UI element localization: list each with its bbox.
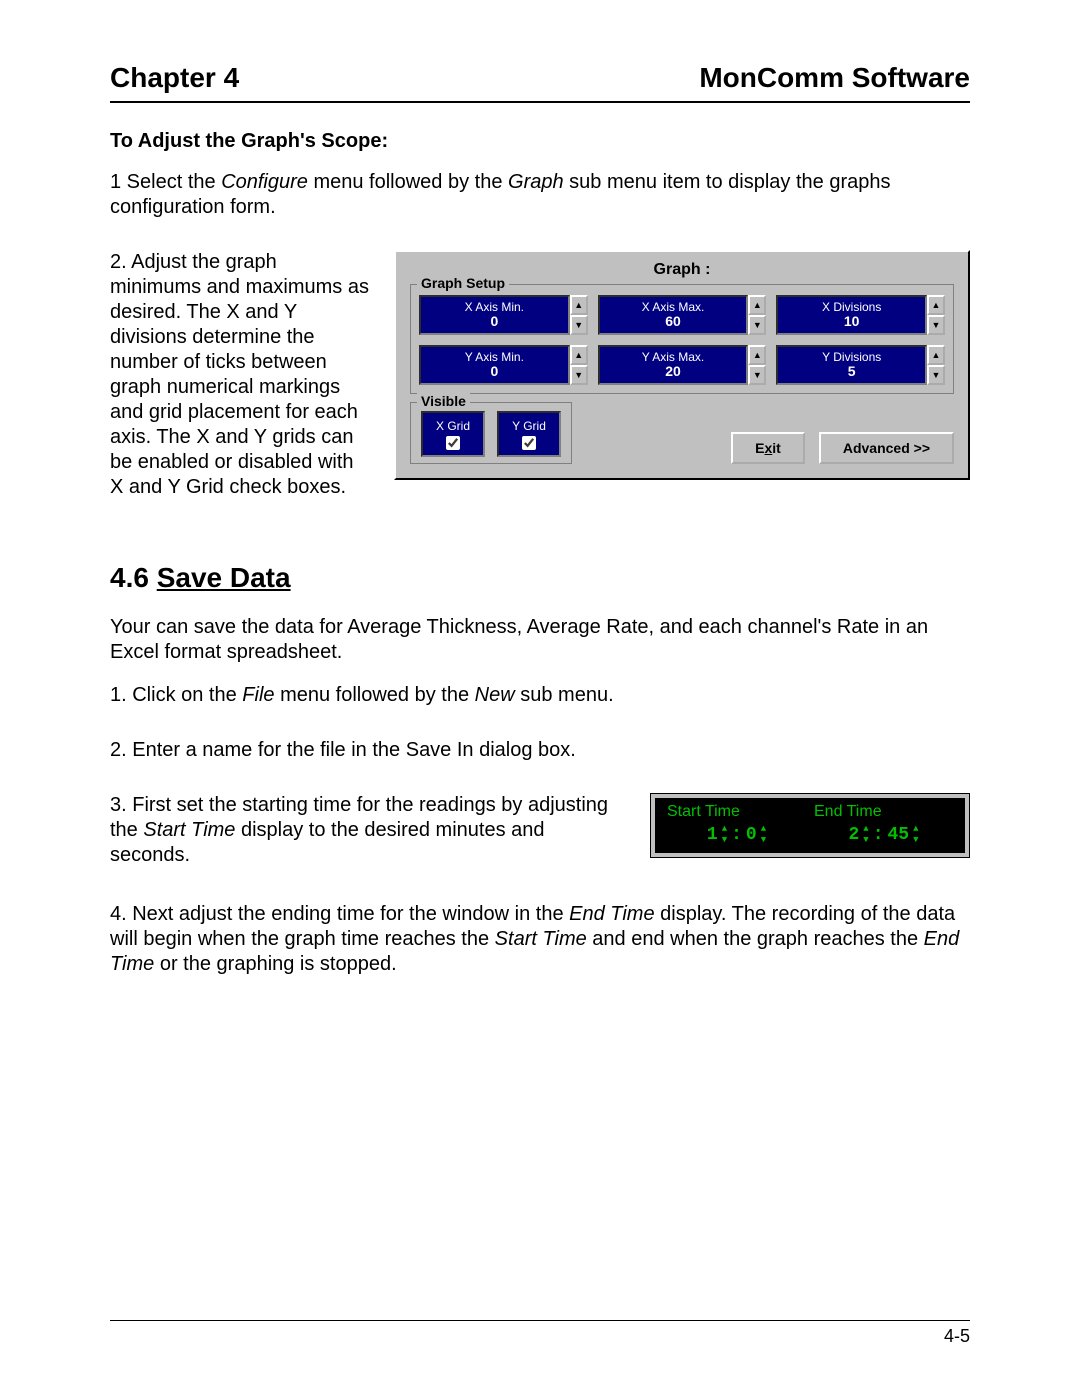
visible-group: Visible X Grid Y Grid [410,402,572,464]
x-axis-max-label: X Axis Max. [642,301,705,314]
start-sec-spinner[interactable]: ▲▼ [761,825,766,845]
step-2: 2. Adjust the graph minimums and maximum… [110,250,370,500]
step-1: 1 Select the Configure menu followed by … [110,170,970,220]
page-footer: 4-5 [110,1320,970,1348]
start-min-value: 1 [707,824,718,847]
end-min-spinner[interactable]: ▲▼ [863,825,868,845]
y-divisions-down[interactable]: ▼ [927,365,945,385]
section-step-4: 4. Next adjust the ending time for the w… [110,902,970,977]
y-axis-min-label: Y Axis Min. [465,351,524,364]
section-step-2: 2. Enter a name for the file in the Save… [110,738,970,763]
end-sec-spinner[interactable]: ▲▼ [913,825,918,845]
end-time-label: End Time [810,802,882,822]
graph-config-panel: Graph : Graph Setup X Axis Min. 0 ▲ ▼ [394,250,970,480]
x-axis-max-field: X Axis Max. 60 ▲ ▼ [598,295,767,335]
section-step-3: 3. First set the starting time for the r… [110,793,620,868]
x-axis-min-up[interactable]: ▲ [570,295,588,315]
section-intro: Your can save the data for Average Thick… [110,615,970,665]
y-axis-max-down[interactable]: ▼ [748,365,766,385]
x-grid-input[interactable] [446,436,460,450]
y-divisions-value: 5 [848,364,856,379]
exit-button[interactable]: Exit [731,432,805,464]
advanced-button[interactable]: Advanced >> [819,432,954,464]
colon-icon: : [873,824,884,847]
product-label: MonComm Software [699,60,970,95]
visible-legend: Visible [417,393,470,411]
end-sec-value: 45 [888,824,910,847]
x-divisions-label: X Divisions [822,301,881,314]
x-grid-checkbox[interactable]: X Grid [421,411,485,457]
x-divisions-field: X Divisions 10 ▲ ▼ [776,295,945,335]
time-widget: Start Time 1 ▲▼ : 0 ▲▼ End Time 2 ▲▼ : [650,793,970,858]
x-axis-max-value: 60 [665,314,681,329]
graph-setup-group: Graph Setup X Axis Min. 0 ▲ ▼ [410,284,954,394]
start-min-spinner[interactable]: ▲▼ [722,825,727,845]
y-axis-min-down[interactable]: ▼ [570,365,588,385]
end-min-value: 2 [848,824,859,847]
section-heading: 4.6 Save Data [110,560,970,595]
y-axis-max-value: 20 [665,364,681,379]
x-divisions-down[interactable]: ▼ [927,315,945,335]
y-axis-min-up[interactable]: ▲ [570,345,588,365]
y-grid-label: Y Grid [512,419,546,434]
x-divisions-value: 10 [844,314,860,329]
x-axis-min-field: X Axis Min. 0 ▲ ▼ [419,295,588,335]
y-axis-max-label: Y Axis Max. [642,351,704,364]
y-axis-max-field: Y Axis Max. 20 ▲ ▼ [598,345,767,385]
x-axis-min-label: X Axis Min. [465,301,524,314]
x-axis-min-value: 0 [490,314,498,329]
y-grid-checkbox[interactable]: Y Grid [497,411,561,457]
x-axis-min-down[interactable]: ▼ [570,315,588,335]
section-step-1: 1. Click on the File menu followed by th… [110,683,970,708]
x-divisions-up[interactable]: ▲ [927,295,945,315]
y-grid-input[interactable] [522,436,536,450]
subheading: To Adjust the Graph's Scope: [110,129,970,154]
colon-icon: : [731,824,742,847]
y-axis-min-value: 0 [490,364,498,379]
page-header: Chapter 4 MonComm Software [110,60,970,103]
y-axis-max-up[interactable]: ▲ [748,345,766,365]
y-axis-min-field: Y Axis Min. 0 ▲ ▼ [419,345,588,385]
start-time-label: Start Time [663,802,740,822]
x-axis-max-down[interactable]: ▼ [748,315,766,335]
y-divisions-label: Y Divisions [822,351,881,364]
x-grid-label: X Grid [436,419,470,434]
y-divisions-up[interactable]: ▲ [927,345,945,365]
y-divisions-field: Y Divisions 5 ▲ ▼ [776,345,945,385]
group-legend: Graph Setup [417,275,509,293]
start-sec-value: 0 [746,824,757,847]
chapter-label: Chapter 4 [110,60,239,95]
x-axis-max-up[interactable]: ▲ [748,295,766,315]
